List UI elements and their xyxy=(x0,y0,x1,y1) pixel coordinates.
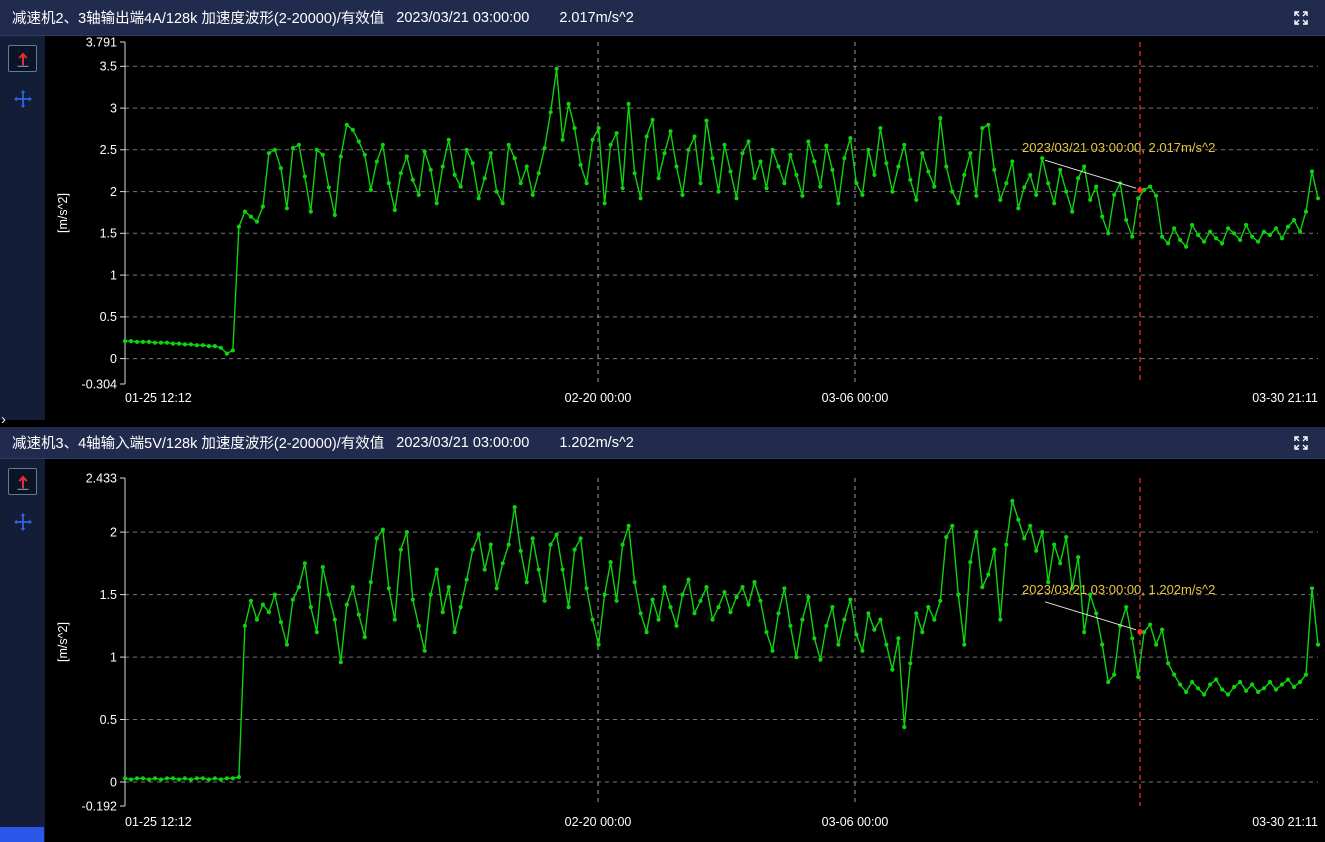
line-chart-2[interactable]: 2.433 2 1.5 1 0.5 0 -0.192 01-25 12:12 02-20 00:… xyxy=(45,459,1325,842)
panel1-cursor-value: 2.017m/s^2 xyxy=(559,10,634,26)
panel1-body: 3.791 3.5 3 2.5 2 1.5 1 0.5 0 -0.304 01-25 12:12 02… xyxy=(0,36,1325,420)
panel2-cursor-value: 1.202m/s^2 xyxy=(559,435,634,451)
svg-text:0.5: 0.5 xyxy=(100,310,117,324)
trend-marker-button[interactable] xyxy=(8,468,37,495)
svg-text:1.5: 1.5 xyxy=(100,227,117,241)
svg-text:2: 2 xyxy=(110,525,117,539)
panel2-toolbar xyxy=(0,459,45,842)
svg-text:3.5: 3.5 xyxy=(100,60,117,74)
four-way-arrows-icon xyxy=(13,89,33,109)
svg-text:2023/03/21 03:00:00, 2.017m/s^: 2023/03/21 03:00:00, 2.017m/s^2 xyxy=(1022,140,1215,155)
panel1-cursor-time: 2023/03/21 03:00:00 xyxy=(396,10,529,26)
svg-text:[m/s^2]: [m/s^2] xyxy=(56,193,70,233)
sidebar-collapse-handle[interactable]: › xyxy=(1,412,11,428)
svg-text:0: 0 xyxy=(110,352,117,366)
pan-move-icon[interactable] xyxy=(13,89,33,109)
svg-text:-0.304: -0.304 xyxy=(82,377,117,391)
svg-text:1: 1 xyxy=(110,268,117,282)
chart-panel-2: 减速机3、4轴输入端5V/128k 加速度波形(2-20000)/有效值 202… xyxy=(0,427,1325,842)
svg-text:2: 2 xyxy=(110,185,117,199)
svg-text:03-30 21:11: 03-30 21:11 xyxy=(1252,815,1318,829)
panel2-cursor-time: 2023/03/21 03:00:00 xyxy=(396,435,529,451)
red-up-arrow-icon xyxy=(12,48,34,70)
bottom-left-scroll-block[interactable] xyxy=(0,827,44,842)
svg-text:3: 3 xyxy=(110,101,117,115)
svg-text:2.5: 2.5 xyxy=(100,143,117,157)
svg-text:[m/s^2]: [m/s^2] xyxy=(56,622,70,662)
vibration-monitor-app: 减速机2、3轴输出端4A/128k 加速度波形(2-20000)/有效值 202… xyxy=(0,0,1325,842)
svg-text:03-30 21:11: 03-30 21:11 xyxy=(1252,391,1318,405)
pan-move-icon[interactable] xyxy=(13,512,33,532)
panel2-body: 2.433 2 1.5 1 0.5 0 -0.192 01-25 12:12 02-20 00:… xyxy=(0,459,1325,842)
svg-text:0: 0 xyxy=(110,775,117,789)
four-way-arrows-icon xyxy=(13,512,33,532)
svg-text:1: 1 xyxy=(110,650,117,664)
svg-text:03-06 00:00: 03-06 00:00 xyxy=(822,815,889,829)
expand-arrows-icon xyxy=(1292,9,1310,27)
panel2-title: 减速机3、4轴输入端5V/128k 加速度波形(2-20000)/有效值 xyxy=(12,432,384,453)
expand-icon[interactable] xyxy=(1291,433,1311,453)
svg-text:1.5: 1.5 xyxy=(100,588,117,602)
panel1-toolbar xyxy=(0,36,45,420)
svg-text:2.433: 2.433 xyxy=(86,471,117,485)
svg-text:01-25 12:12: 01-25 12:12 xyxy=(125,815,192,829)
svg-text:03-06 00:00: 03-06 00:00 xyxy=(822,391,889,405)
expand-arrows-icon xyxy=(1292,434,1310,452)
svg-text:02-20 00:00: 02-20 00:00 xyxy=(565,391,632,405)
chart-panel-1: 减速机2、3轴输出端4A/128k 加速度波形(2-20000)/有效值 202… xyxy=(0,0,1325,420)
svg-text:3.791: 3.791 xyxy=(86,36,117,49)
svg-text:-0.192: -0.192 xyxy=(82,799,117,813)
panel1-title: 减速机2、3轴输出端4A/128k 加速度波形(2-20000)/有效值 xyxy=(12,7,384,28)
trend-marker-button[interactable] xyxy=(8,45,37,72)
panel2-header: 减速机3、4轴输入端5V/128k 加速度波形(2-20000)/有效值 202… xyxy=(0,427,1325,459)
line-chart-1[interactable]: 3.791 3.5 3 2.5 2 1.5 1 0.5 0 -0.304 01-25 12:12 02… xyxy=(45,36,1325,420)
panel1-header: 减速机2、3轴输出端4A/128k 加速度波形(2-20000)/有效值 202… xyxy=(0,0,1325,36)
svg-text:02-20 00:00: 02-20 00:00 xyxy=(565,815,632,829)
svg-text:01-25 12:12: 01-25 12:12 xyxy=(125,391,192,405)
svg-text:0.5: 0.5 xyxy=(100,713,117,727)
red-up-arrow-icon xyxy=(12,471,34,493)
svg-text:2023/03/21 03:00:00, 1.202m/s^: 2023/03/21 03:00:00, 1.202m/s^2 xyxy=(1022,582,1215,597)
expand-icon[interactable] xyxy=(1291,8,1311,28)
